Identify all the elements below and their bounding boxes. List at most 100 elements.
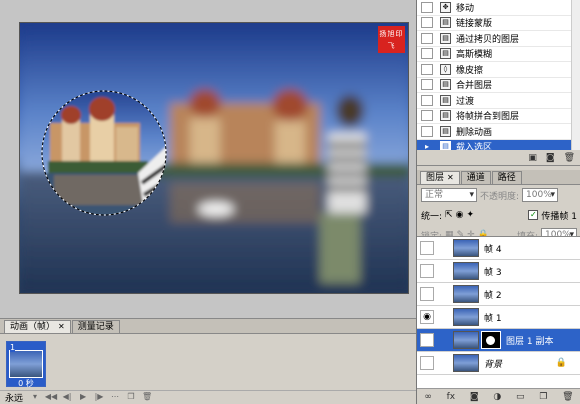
history-item-label: 删除动画: [456, 127, 493, 138]
history-item[interactable]: ▤ 过渡: [417, 93, 580, 109]
layer-thumbnail: [453, 262, 479, 280]
layer-name[interactable]: 帧 4: [484, 242, 502, 255]
new-group-icon[interactable]: ▭: [516, 392, 525, 402]
history-item[interactable]: ◊ 橡皮擦: [417, 62, 580, 78]
visibility-toggle[interactable]: [420, 333, 434, 347]
unify-visibility-icon[interactable]: ◉: [456, 210, 464, 220]
history-snapshot-checkbox[interactable]: [421, 1, 433, 13]
unify-label: 统一:: [421, 211, 443, 222]
new-document-from-state-icon[interactable]: ▣: [528, 153, 537, 163]
layer-row[interactable]: 帧 3: [417, 260, 580, 283]
layer-mask-thumbnail[interactable]: [481, 331, 501, 349]
next-frame-icon[interactable]: |▶: [92, 392, 106, 403]
propagate-frame-checkbox[interactable]: ✓: [528, 210, 539, 220]
layer-thumbnail: [453, 239, 479, 257]
layer-thumbnail: [453, 308, 479, 326]
image-canvas[interactable]: 扬旭印飞: [19, 22, 409, 294]
delete-frame-icon[interactable]: 🗑: [140, 392, 154, 403]
history-snapshot-checkbox[interactable]: [421, 32, 433, 44]
layer-name[interactable]: 帧 2: [484, 288, 502, 301]
blend-opacity-row: 正常 不透明度: 100%: [417, 185, 580, 205]
animation-frame[interactable]: 1 0 秒: [6, 341, 46, 389]
link-layers-icon[interactable]: ∞: [424, 392, 432, 402]
first-frame-icon[interactable]: ◀◀: [44, 392, 58, 403]
animation-tabbar: 动画（帧） ✕ 测量记录: [0, 319, 416, 334]
layer-name[interactable]: 帧 3: [484, 265, 502, 278]
layer-name[interactable]: 帧 1: [484, 311, 502, 324]
layer-row-selected[interactable]: 图层 1 副本: [417, 329, 580, 352]
history-item[interactable]: ▤ 高斯模糊: [417, 47, 580, 62]
unify-position-icon[interactable]: ⇱: [445, 210, 453, 220]
visibility-toggle[interactable]: [420, 264, 434, 278]
history-item-label: 将帧拼合到图层: [456, 112, 520, 123]
history-snapshot-checkbox[interactable]: [421, 63, 433, 75]
tab-layers[interactable]: 图层 ✕: [420, 171, 460, 184]
history-snapshot-checkbox[interactable]: [421, 48, 433, 60]
layer-name[interactable]: 图层 1 副本: [506, 334, 553, 347]
new-layer-icon[interactable]: ❐: [539, 392, 547, 402]
add-mask-icon[interactable]: ◙: [470, 392, 479, 402]
history-panel: ✥ 移动 ▤ 链接蒙版 ▤ 通过拷贝的图层 ▤ 高斯模糊 ◊ 橡皮擦 ▤ 合并图层 ▤ 过渡 …: [417, 0, 580, 166]
history-item-label: 过渡: [456, 96, 475, 107]
layer-name[interactable]: 背景: [484, 357, 502, 370]
frame-strip: 1 0 秒: [6, 341, 46, 389]
history-snapshot-checkbox[interactable]: [421, 110, 433, 122]
history-snapshot-checkbox[interactable]: [421, 94, 433, 106]
history-item-label: 高斯模糊: [456, 50, 493, 61]
document-workspace: 扬旭印飞: [0, 0, 416, 318]
adjustment-layer-icon[interactable]: ◑: [493, 392, 501, 402]
unify-style-icon[interactable]: ✦: [466, 210, 474, 220]
tab-animation[interactable]: 动画（帧） ✕: [4, 320, 71, 333]
layer-style-icon[interactable]: fx: [447, 392, 456, 402]
visibility-toggle[interactable]: [420, 287, 434, 301]
history-state-icon: ▤: [440, 110, 451, 122]
layer-thumbnail: [453, 331, 479, 349]
frame-delay[interactable]: 0 秒: [9, 378, 43, 389]
history-snapshot-checkbox[interactable]: [421, 79, 433, 91]
layer-row[interactable]: ◉ 帧 1: [417, 306, 580, 329]
layers-panel: 图层✕ 通道 路径 正常 不透明度: 100% 统一: ⇱ ◉ ✦ ✓ 传播帧 …: [417, 170, 580, 404]
layer-row[interactable]: 帧 4: [417, 237, 580, 260]
unify-row: 统一: ⇱ ◉ ✦ ✓ 传播帧 1: [417, 205, 580, 225]
tab-paths-label: 路径: [497, 173, 516, 183]
layer-thumbnail: [453, 285, 479, 303]
opacity-input[interactable]: 100%: [522, 188, 559, 202]
history-item-label: 移动: [456, 3, 475, 14]
history-item[interactable]: ▤ 合并图层: [417, 78, 580, 93]
layer-row[interactable]: 帧 2: [417, 283, 580, 306]
visibility-toggle[interactable]: [420, 241, 434, 255]
history-footer: ▣ ◙ 🗑: [417, 150, 580, 165]
layers-footer: ∞ fx ◙ ◑ ▭ ❐ 🗑: [417, 388, 580, 404]
tween-icon[interactable]: ⋯: [108, 392, 122, 403]
history-state-icon: ▤: [440, 32, 451, 44]
tab-paths[interactable]: 路径: [491, 171, 522, 184]
history-scrollbar[interactable]: [571, 0, 580, 150]
history-state-icon: ▤: [440, 125, 451, 137]
delete-layer-icon[interactable]: 🗑: [562, 392, 573, 402]
delete-state-icon[interactable]: 🗑: [564, 153, 575, 163]
history-item[interactable]: ▤ 链接蒙版: [417, 16, 580, 31]
frame-thumbnail: [9, 350, 43, 378]
blend-mode-select[interactable]: 正常: [421, 188, 477, 202]
tab-layers-label: 图层: [426, 173, 445, 183]
dropdown-arrow-icon[interactable]: ▾: [28, 392, 42, 403]
layer-row[interactable]: 背景 🔒: [417, 352, 580, 375]
loop-select[interactable]: 永远: [2, 391, 26, 404]
close-icon[interactable]: ✕: [58, 322, 65, 331]
history-snapshot-checkbox[interactable]: [421, 17, 433, 29]
history-item[interactable]: ▤ 将帧拼合到图层: [417, 109, 580, 124]
eye-icon[interactable]: ◉: [420, 310, 434, 324]
visibility-toggle[interactable]: [420, 356, 434, 370]
tab-measurement-log[interactable]: 测量记录: [71, 320, 120, 333]
history-item[interactable]: ▤ 删除动画: [417, 124, 580, 140]
play-icon[interactable]: ▶: [76, 392, 90, 403]
history-snapshot-checkbox[interactable]: [421, 125, 433, 137]
history-item[interactable]: ▤ 通过拷贝的图层: [417, 31, 580, 47]
tab-channels[interactable]: 通道: [460, 171, 491, 184]
history-item[interactable]: ✥ 移动: [417, 0, 580, 16]
history-item-label: 通过拷贝的图层: [456, 34, 520, 45]
close-icon[interactable]: ✕: [447, 173, 454, 182]
previous-frame-icon[interactable]: ◀|: [60, 392, 74, 403]
duplicate-frame-icon[interactable]: ❐: [124, 392, 138, 403]
new-snapshot-icon[interactable]: ◙: [546, 153, 555, 163]
